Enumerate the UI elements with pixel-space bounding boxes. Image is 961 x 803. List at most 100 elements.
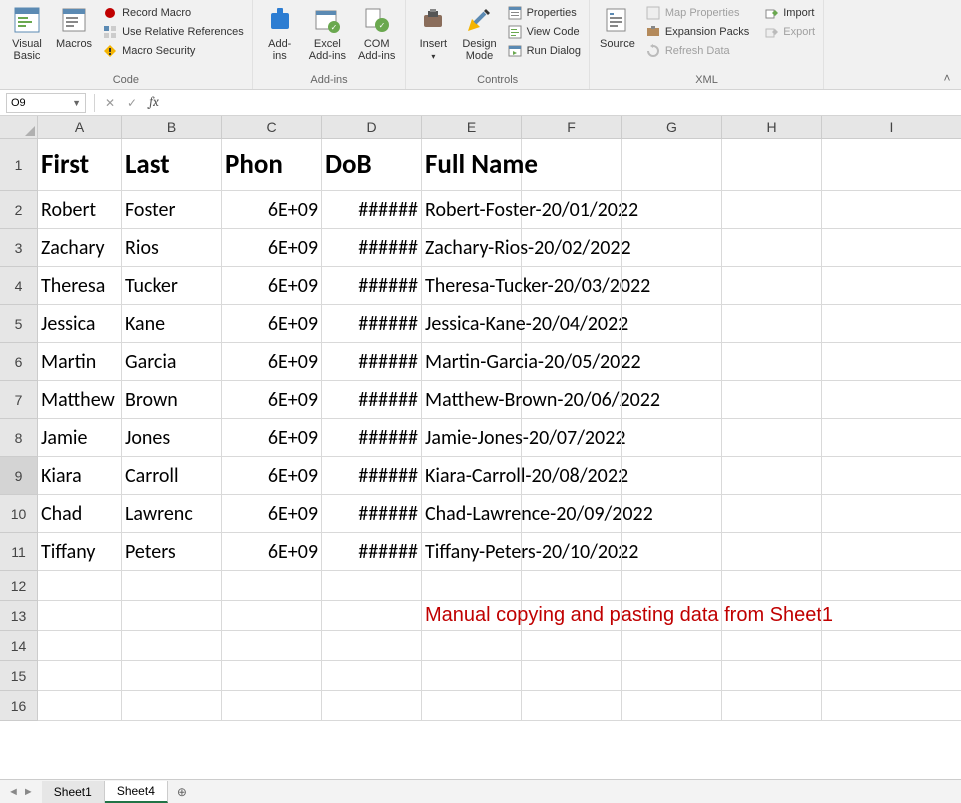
cell-G10[interactable]	[622, 495, 722, 533]
cell-E2[interactable]: Robert-Foster-20/01/2022	[422, 191, 522, 229]
cell-F5[interactable]	[522, 305, 622, 343]
cell-F7[interactable]	[522, 381, 622, 419]
row-header-3[interactable]: 3	[0, 229, 38, 267]
cell-C2[interactable]: 6E+09	[222, 191, 322, 229]
row-header-14[interactable]: 14	[0, 631, 38, 661]
cell-H5[interactable]	[722, 305, 822, 343]
run-dialog-button[interactable]: Run Dialog	[503, 42, 585, 60]
cell-H9[interactable]	[722, 457, 822, 495]
com-addins-button[interactable]: ✓ COM Add-ins	[352, 2, 401, 64]
cell-H11[interactable]	[722, 533, 822, 571]
cell-D13[interactable]	[322, 601, 422, 631]
addins-button[interactable]: Add- ins	[257, 2, 303, 64]
cell-A2[interactable]: Robert	[38, 191, 122, 229]
cell-F2[interactable]	[522, 191, 622, 229]
cell-C8[interactable]: 6E+09	[222, 419, 322, 457]
cell-E13[interactable]: Manual copying and pasting data from She…	[422, 601, 522, 631]
cell-B9[interactable]: Carroll	[122, 457, 222, 495]
cell-B5[interactable]: Kane	[122, 305, 222, 343]
cell-G5[interactable]	[622, 305, 722, 343]
cell-I2[interactable]	[822, 191, 961, 229]
cell-G15[interactable]	[622, 661, 722, 691]
column-header-B[interactable]: B	[122, 116, 222, 139]
row-header-11[interactable]: 11	[0, 533, 38, 571]
cell-D1[interactable]: DoB	[322, 139, 422, 191]
insert-button[interactable]: Insert▾	[410, 2, 456, 65]
cell-B14[interactable]	[122, 631, 222, 661]
cell-A5[interactable]: Jessica	[38, 305, 122, 343]
cell-E5[interactable]: Jessica-Kane-20/04/2022	[422, 305, 522, 343]
view-code-button[interactable]: View Code	[503, 23, 585, 41]
cell-G1[interactable]	[622, 139, 722, 191]
row-header-15[interactable]: 15	[0, 661, 38, 691]
row-header-7[interactable]: 7	[0, 381, 38, 419]
cell-C15[interactable]	[222, 661, 322, 691]
column-header-I[interactable]: I	[822, 116, 961, 139]
cell-E12[interactable]	[422, 571, 522, 601]
cell-H12[interactable]	[722, 571, 822, 601]
cell-D7[interactable]: ######	[322, 381, 422, 419]
column-header-H[interactable]: H	[722, 116, 822, 139]
cell-B13[interactable]	[122, 601, 222, 631]
cell-C14[interactable]	[222, 631, 322, 661]
cell-F13[interactable]	[522, 601, 622, 631]
cell-B12[interactable]	[122, 571, 222, 601]
cell-B11[interactable]: Peters	[122, 533, 222, 571]
use-relative-references-button[interactable]: Use Relative References	[98, 23, 248, 41]
cell-I10[interactable]	[822, 495, 961, 533]
cell-A1[interactable]: First	[38, 139, 122, 191]
cell-E15[interactable]	[422, 661, 522, 691]
row-header-8[interactable]: 8	[0, 419, 38, 457]
cell-I3[interactable]	[822, 229, 961, 267]
cell-F1[interactable]	[522, 139, 622, 191]
cell-B3[interactable]: Rios	[122, 229, 222, 267]
cell-I16[interactable]	[822, 691, 961, 721]
cell-E6[interactable]: Martin-Garcia-20/05/2022	[422, 343, 522, 381]
column-header-A[interactable]: A	[38, 116, 122, 139]
cell-C13[interactable]	[222, 601, 322, 631]
cell-B16[interactable]	[122, 691, 222, 721]
cell-D5[interactable]: ######	[322, 305, 422, 343]
tab-nav-next[interactable]: ►	[23, 786, 34, 798]
macro-security-button[interactable]: Macro Security	[98, 42, 248, 60]
cell-A3[interactable]: Zachary	[38, 229, 122, 267]
cell-D9[interactable]: ######	[322, 457, 422, 495]
macros-button[interactable]: Macros	[50, 2, 98, 52]
row-header-12[interactable]: 12	[0, 571, 38, 601]
row-header-13[interactable]: 13	[0, 601, 38, 631]
cell-C4[interactable]: 6E+09	[222, 267, 322, 305]
cell-A14[interactable]	[38, 631, 122, 661]
row-header-1[interactable]: 1	[0, 139, 38, 191]
cell-E4[interactable]: Theresa-Tucker-20/03/2022	[422, 267, 522, 305]
cell-E11[interactable]: Tiffany-Peters-20/10/2022	[422, 533, 522, 571]
cell-C1[interactable]: Phon	[222, 139, 322, 191]
cell-I5[interactable]	[822, 305, 961, 343]
cell-B4[interactable]: Tucker	[122, 267, 222, 305]
cell-F15[interactable]	[522, 661, 622, 691]
cell-A16[interactable]	[38, 691, 122, 721]
new-sheet-button[interactable]: ⊕	[168, 785, 196, 799]
row-header-5[interactable]: 5	[0, 305, 38, 343]
cell-G7[interactable]	[622, 381, 722, 419]
cell-C10[interactable]: 6E+09	[222, 495, 322, 533]
refresh-data-button[interactable]: Refresh Data	[641, 42, 753, 60]
cell-I6[interactable]	[822, 343, 961, 381]
cell-G12[interactable]	[622, 571, 722, 601]
cell-D14[interactable]	[322, 631, 422, 661]
cell-C3[interactable]: 6E+09	[222, 229, 322, 267]
cell-G6[interactable]	[622, 343, 722, 381]
row-header-2[interactable]: 2	[0, 191, 38, 229]
cell-H2[interactable]	[722, 191, 822, 229]
formula-input[interactable]	[165, 93, 961, 113]
cell-F10[interactable]	[522, 495, 622, 533]
record-macro-button[interactable]: Record Macro	[98, 4, 248, 22]
cell-H1[interactable]	[722, 139, 822, 191]
cell-B1[interactable]: Last	[122, 139, 222, 191]
cell-G11[interactable]	[622, 533, 722, 571]
excel-addins-button[interactable]: ✓ Excel Add-ins	[303, 2, 352, 64]
column-header-C[interactable]: C	[222, 116, 322, 139]
cell-B7[interactable]: Brown	[122, 381, 222, 419]
cell-E10[interactable]: Chad-Lawrence-20/09/2022	[422, 495, 522, 533]
row-header-4[interactable]: 4	[0, 267, 38, 305]
cell-F12[interactable]	[522, 571, 622, 601]
